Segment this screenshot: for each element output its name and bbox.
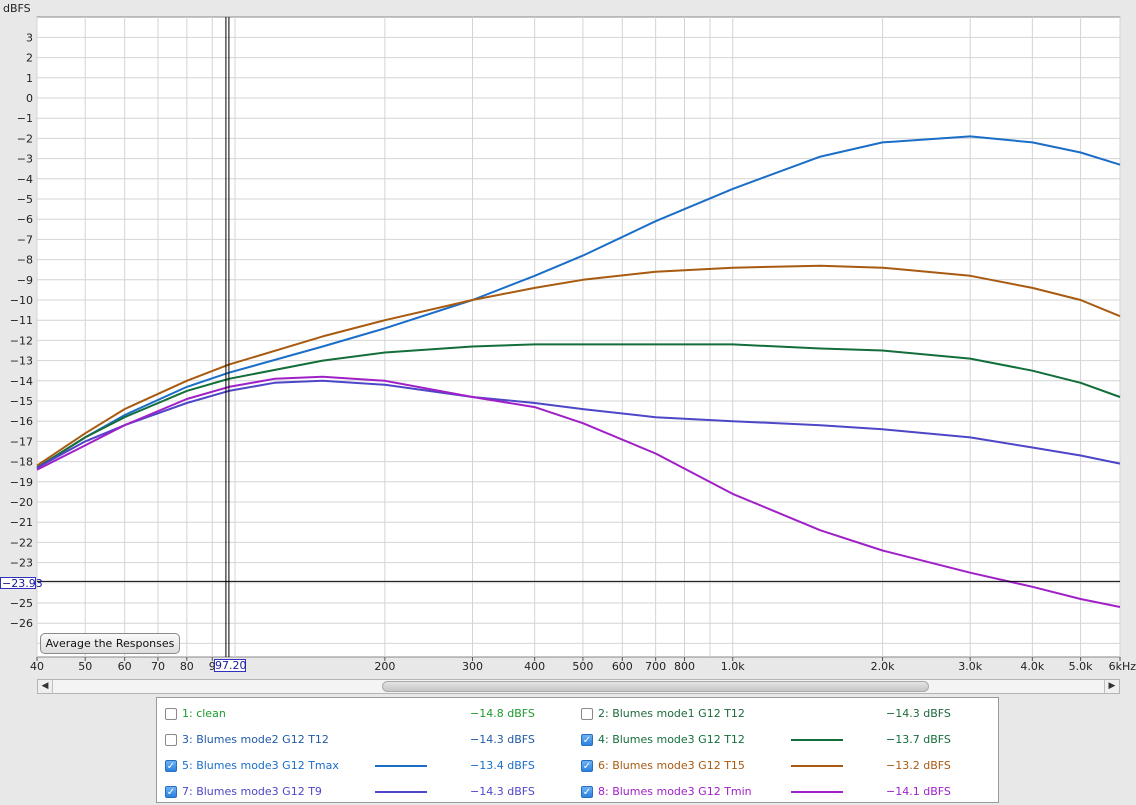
legend-item[interactable]: ✓ 4: Blumes mode3 G12 T12 −13.7 dBFS xyxy=(581,732,991,748)
y-tick-label: −8 xyxy=(17,254,33,267)
legend-color-swatch xyxy=(791,739,843,741)
legend-item-name: 3: Blumes mode2 G12 T12 xyxy=(182,733,329,746)
scrollbar-thumb[interactable] xyxy=(382,681,929,692)
legend-item-name: 1: clean xyxy=(182,707,226,720)
legend-item[interactable]: 1: clean −14.8 dBFS xyxy=(165,706,575,722)
legend-panel: 1: clean −14.8 dBFS 2: Blumes mode1 G12 T1… xyxy=(156,697,999,803)
x-tick-label: 3.0k xyxy=(958,660,982,673)
legend-color-swatch xyxy=(791,765,843,767)
legend-item-value: −13.2 dBFS xyxy=(886,759,951,772)
x-tick-label: 40 xyxy=(30,660,44,673)
legend-item-name: 8: Blumes mode3 G12 Tmin xyxy=(598,785,752,798)
checkbox-checked-icon[interactable]: ✓ xyxy=(165,760,177,772)
y-tick-label: −20 xyxy=(10,496,33,509)
x-tick-label: 60 xyxy=(118,660,132,673)
legend-item-name: 5: Blumes mode3 G12 Tmax xyxy=(182,759,339,772)
legend-item[interactable]: 2: Blumes mode1 G12 T12 −14.3 dBFS xyxy=(581,706,991,722)
y-tick-label: −25 xyxy=(10,597,33,610)
checkbox-checked-icon[interactable]: ✓ xyxy=(581,734,593,746)
y-tick-label: −4 xyxy=(17,173,33,186)
y-tick-label: −2 xyxy=(17,132,33,145)
x-tick-label: 500 xyxy=(572,660,593,673)
cursor-y-readout: −23.93 xyxy=(0,577,43,590)
y-tick-label: −5 xyxy=(17,193,33,206)
x-tick-label: 700 xyxy=(645,660,666,673)
x-tick-label: 50 xyxy=(78,660,92,673)
checkbox-icon[interactable] xyxy=(165,734,177,746)
legend-item[interactable]: 3: Blumes mode2 G12 T12 −14.3 dBFS xyxy=(165,732,575,748)
legend-color-swatch xyxy=(375,765,427,767)
y-tick-label: 3 xyxy=(26,31,33,44)
scroll-left-arrow-icon[interactable]: ◀ xyxy=(38,680,53,693)
legend-item-value: −13.4 dBFS xyxy=(470,759,535,772)
y-tick-label: −17 xyxy=(10,435,33,448)
legend-item-value: −14.1 dBFS xyxy=(886,785,951,798)
y-tick-label: −10 xyxy=(10,294,33,307)
legend-item-name: 6: Blumes mode3 G12 T15 xyxy=(598,759,745,772)
legend-item-name: 4: Blumes mode3 G12 T12 xyxy=(598,733,745,746)
y-tick-label: −23 xyxy=(10,557,33,570)
x-tick-label: 400 xyxy=(524,660,545,673)
legend-color-swatch xyxy=(375,791,427,793)
x-tick-label: 4.0k xyxy=(1020,660,1044,673)
y-tick-label: −18 xyxy=(10,456,33,469)
legend-item-name: 2: Blumes mode1 G12 T12 xyxy=(598,707,745,720)
x-tick-label: 80 xyxy=(180,660,194,673)
checkbox-icon[interactable] xyxy=(165,708,177,720)
y-tick-label: −16 xyxy=(10,415,33,428)
x-tick-label: 1.0k xyxy=(721,660,745,673)
checkbox-checked-icon[interactable]: ✓ xyxy=(581,760,593,772)
x-tick-label: 800 xyxy=(674,660,695,673)
y-tick-label: −26 xyxy=(10,617,33,630)
y-tick-label: −21 xyxy=(10,516,33,529)
checkbox-checked-icon[interactable]: ✓ xyxy=(165,786,177,798)
x-tick-label: 70 xyxy=(151,660,165,673)
x-tick-label: 200 xyxy=(374,660,395,673)
y-tick-label: −11 xyxy=(10,314,33,327)
x-tick-label: 5.0k xyxy=(1069,660,1093,673)
x-tick-label: 600 xyxy=(612,660,633,673)
y-tick-label: −12 xyxy=(10,334,33,347)
legend-item-value: −14.8 dBFS xyxy=(470,707,535,720)
y-tick-label: −3 xyxy=(17,153,33,166)
legend-item-name: 7: Blumes mode3 G12 T9 xyxy=(182,785,322,798)
y-tick-label: −19 xyxy=(10,476,33,489)
y-tick-label: −15 xyxy=(10,395,33,408)
y-tick-label: 0 xyxy=(26,92,33,105)
horizontal-scrollbar[interactable]: ◀ ▶ xyxy=(37,679,1120,694)
average-responses-button[interactable]: Average the Responses xyxy=(40,633,180,654)
y-axis-label: dBFS xyxy=(3,2,31,15)
legend-item-value: −14.3 dBFS xyxy=(470,785,535,798)
legend-item[interactable]: ✓ 8: Blumes mode3 G12 Tmin −14.1 dBFS xyxy=(581,784,991,800)
y-tick-label: −22 xyxy=(10,536,33,549)
checkbox-checked-icon[interactable]: ✓ xyxy=(581,786,593,798)
checkbox-icon[interactable] xyxy=(581,708,593,720)
legend-item[interactable]: ✓ 6: Blumes mode3 G12 T15 −13.2 dBFS xyxy=(581,758,991,774)
x-tick-label: 300 xyxy=(462,660,483,673)
legend-color-swatch xyxy=(791,791,843,793)
y-tick-label: −7 xyxy=(17,233,33,246)
y-tick-label: −6 xyxy=(17,213,33,226)
legend-item-value: −13.7 dBFS xyxy=(886,733,951,746)
legend-item[interactable]: ✓ 5: Blumes mode3 G12 Tmax −13.4 dBFS xyxy=(165,758,575,774)
x-tick-label: 2.0k xyxy=(871,660,895,673)
y-tick-label: 2 xyxy=(26,52,33,65)
scroll-right-arrow-icon[interactable]: ▶ xyxy=(1104,680,1119,693)
legend-item-value: −14.3 dBFS xyxy=(470,733,535,746)
cursor-x-readout: 97.20 xyxy=(214,659,247,672)
y-axis: 3 2 1 0 −1 −2 −3 −4 −5 −6 −7 −8 −9 −10 −11 −12 −13 −14 −15… xyxy=(10,31,33,630)
y-tick-label: −9 xyxy=(17,274,33,287)
y-tick-label: 1 xyxy=(26,72,33,85)
y-tick-label: −14 xyxy=(10,375,33,388)
y-tick-label: −1 xyxy=(17,112,33,125)
y-tick-label: −13 xyxy=(10,355,33,368)
frequency-response-plot[interactable]: 3 2 1 0 −1 −2 −3 −4 −5 −6 −7 −8 −9 −10 −11 −12 −13 −14 −15… xyxy=(0,0,1136,678)
x-tick-label: 6kHz xyxy=(1109,660,1136,673)
x-axis: 40 50 60 70 80 9 200 300 400 500 600 700 800 1.0k 2.0k… xyxy=(30,657,1136,673)
plot-area[interactable] xyxy=(36,16,1121,658)
legend-item-value: −14.3 dBFS xyxy=(886,707,951,720)
legend-item[interactable]: ✓ 7: Blumes mode3 G12 T9 −14.3 dBFS xyxy=(165,784,575,800)
